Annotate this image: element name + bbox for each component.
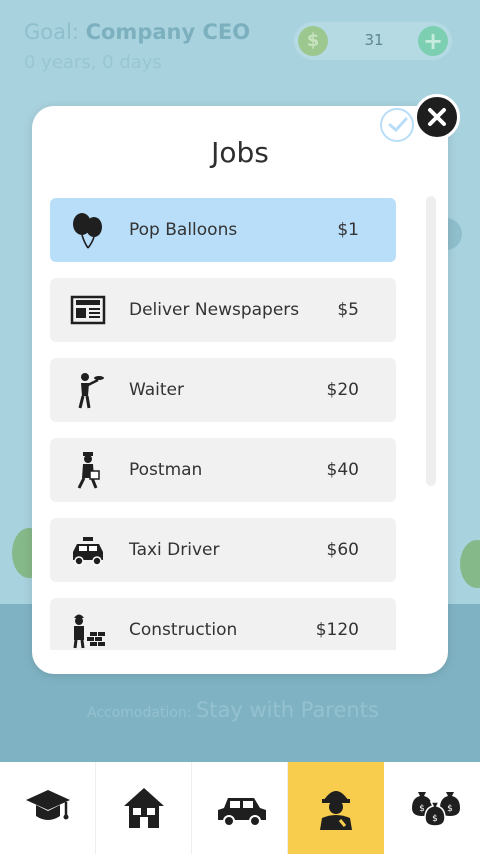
taxi-icon [73,537,103,566]
job-price: $5 [337,300,359,320]
job-name: Postman [129,460,203,480]
graduation-cap-icon [26,790,70,820]
scrollbar[interactable] [426,196,436,486]
bottom-nav: $ $ $ [0,762,480,854]
accommodation-label: Accomodation: [87,705,192,721]
accommodation-value: Stay with Parents [195,698,379,722]
job-name: Deliver Newspapers [129,300,300,320]
job-name: Taxi Driver [129,540,220,560]
job-name: Waiter [129,380,184,400]
goal-line: Goal: Company CEO [24,20,250,44]
tree-icon [460,540,480,588]
svg-text:$: $ [419,804,425,814]
money-value: 31 [364,31,384,49]
worker-icon [320,791,352,830]
accommodation-line: Accomodation: Stay with Parents [87,698,379,722]
job-price: $120 [315,620,359,640]
nav-transport[interactable] [192,762,288,854]
coin-icon: $ [298,26,328,56]
job-price: $1 [337,220,359,240]
house-icon [124,788,164,828]
job-price: $20 [326,380,359,400]
jobs-modal: Jobs Pop Balloons $1 Deliver Newspapers … [32,106,448,674]
job-row-postman[interactable]: Postman $40 [50,438,396,502]
money-display: $ 31 + [294,22,452,60]
job-name: Pop Balloons [129,220,238,240]
svg-text:$: $ [447,804,453,814]
postman-icon [77,452,100,489]
add-money-button[interactable]: + [418,26,448,56]
selected-check-icon [380,108,414,142]
goal-value: Company CEO [85,20,251,44]
modal-title: Jobs [211,136,269,169]
goal-label: Goal: [24,20,79,44]
jobs-list[interactable]: Pop Balloons $1 Deliver Newspapers $5 Wa… [50,198,396,650]
nav-jobs[interactable] [288,762,384,854]
newspaper-icon [70,295,106,325]
job-row-pop-balloons[interactable]: Pop Balloons $1 [50,198,396,262]
construction-worker-icon [73,614,105,649]
nav-housing[interactable] [96,762,192,854]
close-button[interactable] [414,94,460,140]
svg-text:$: $ [432,814,438,824]
nav-money[interactable]: $ $ $ [384,762,480,854]
age-text: 0 years, 0 days [24,52,162,73]
car-icon [218,798,266,827]
job-name: Construction [129,620,238,640]
money-bags-icon: $ $ $ [412,792,460,827]
waiter-icon [78,373,104,409]
nav-education[interactable] [0,762,96,854]
job-row-construction[interactable]: Construction $120 [50,598,396,650]
job-price: $60 [326,540,359,560]
job-row-deliver-newspapers[interactable]: Deliver Newspapers $5 [50,278,396,342]
balloons-icon [73,213,102,249]
job-row-taxi-driver[interactable]: Taxi Driver $60 [50,518,396,582]
close-icon [428,108,446,126]
job-row-waiter[interactable]: Waiter $20 [50,358,396,422]
job-price: $40 [326,460,359,480]
